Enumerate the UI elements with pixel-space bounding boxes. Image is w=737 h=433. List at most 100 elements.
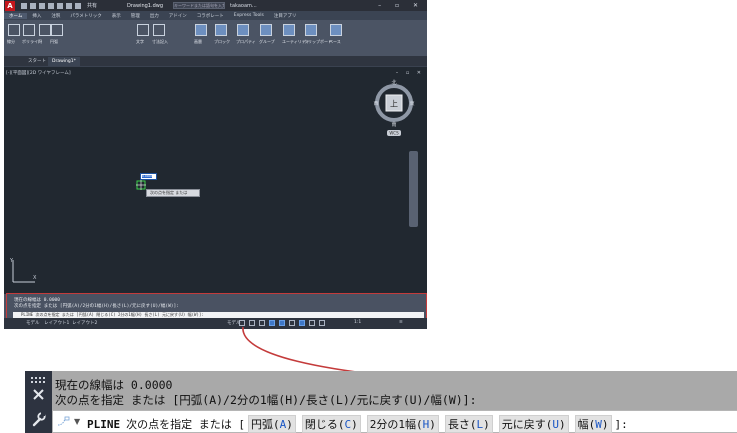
title-bar: A 共有 Drawing1.dwg キーワードまたは語句を入力 takaoam.… <box>4 0 427 11</box>
command-option[interactable]: 幅(W) <box>574 415 612 433</box>
window-controls[interactable]: – ▫ ✕ <box>378 2 424 9</box>
option-label: 元に戻す( <box>501 418 553 431</box>
ribbon-tool-label: 寸法記入 <box>152 39 168 44</box>
compass-west: 西 <box>373 101 378 107</box>
ribbon-tab[interactable]: 管理 <box>126 13 145 19</box>
ribbon-tool-icon[interactable] <box>330 24 342 36</box>
snap-icon[interactable] <box>249 320 255 326</box>
command-option[interactable]: 閉じる(C) <box>301 415 361 433</box>
command-history: 現在の線幅は 0.0000 次の点を指定 または [円弧(A)/2分の1幅(H)… <box>52 371 737 410</box>
viewport-controls[interactable]: – ▫ ✕ <box>396 70 424 76</box>
ribbon-tab[interactable]: コラボレート <box>192 13 229 19</box>
viewport-label[interactable]: [-][平面図][2D ワイヤフレーム] <box>6 70 71 76</box>
viewcube[interactable]: 上 北 南 東 西 WCS <box>372 77 416 139</box>
ribbon-tool-icon[interactable] <box>8 24 20 36</box>
file-tabs: スタート Drawing1* <box>4 56 427 66</box>
ribbon-tab[interactable]: パラメトリック <box>65 13 106 19</box>
ribbon-tool-icon[interactable] <box>195 24 207 36</box>
ribbon-tool-icon[interactable] <box>283 24 295 36</box>
ribbon-tool-label: ブロック <box>214 39 230 44</box>
highlight-box <box>6 293 427 319</box>
ribbon-tool-icon[interactable] <box>215 24 227 36</box>
ribbon-tool-icon[interactable] <box>260 24 272 36</box>
drawing-viewport[interactable]: [-][平面図][2D ワイヤフレーム] – ▫ ✕ 上 北 南 東 西 WCS… <box>4 66 427 294</box>
navigation-bar[interactable] <box>409 151 418 227</box>
open-icon[interactable] <box>30 2 36 9</box>
autocad-logo[interactable]: A <box>5 0 15 11</box>
grid-icon[interactable] <box>239 320 245 326</box>
workspace-icon[interactable] <box>319 320 325 326</box>
ribbon-tool-label: 画層 <box>194 39 202 44</box>
ribbon-tool-label: 線分 <box>7 39 15 44</box>
ribbon-tool-label: クリップボード <box>304 39 332 44</box>
command-option[interactable]: 元に戻す(U) <box>498 415 569 433</box>
file-tab[interactable]: スタート <box>24 57 50 66</box>
redo-icon[interactable] <box>75 2 81 9</box>
dynamic-input-box[interactable]: 0.0000 <box>140 173 157 180</box>
grip-icon[interactable] <box>31 377 46 383</box>
prompt-text: 次の点を指定 または [ <box>126 418 245 431</box>
save-as-icon[interactable] <box>48 2 54 9</box>
ribbon-tab[interactable]: 注釈 <box>46 13 65 19</box>
wcs-menu: WCS <box>389 131 399 136</box>
command-option[interactable]: 円弧(A) <box>248 415 296 433</box>
customize-menu-icon[interactable]: ≡ <box>399 320 403 325</box>
ribbon-tab[interactable]: 注目アプリ <box>269 13 302 19</box>
undo-icon[interactable] <box>66 2 72 9</box>
viewcube-face-label: 上 <box>390 100 398 109</box>
ortho-icon[interactable] <box>259 320 265 326</box>
ribbon-tool-label: 円弧 <box>50 39 58 44</box>
history-line-1: 現在の線幅は 0.0000 <box>55 378 173 392</box>
option-end: ) <box>559 418 566 431</box>
ribbon-tool-icon[interactable] <box>305 24 317 36</box>
save-icon[interactable] <box>39 2 45 9</box>
new-icon[interactable] <box>21 2 27 9</box>
layout-tab[interactable]: レイアウト2 <box>72 320 97 326</box>
document-title: Drawing1.dwg <box>127 2 164 9</box>
user-account[interactable]: takaoam... <box>230 3 257 9</box>
print-icon[interactable] <box>57 2 63 9</box>
annotation-scale[interactable]: 1:1 <box>354 320 361 325</box>
command-input-zoom[interactable]: ▼ PLINE 次の点を指定 または [ 円弧(A) 閉じる(C) 2分の1幅(H)… <box>52 410 737 433</box>
search-input[interactable]: キーワードまたは語句を入力 <box>173 2 226 9</box>
file-tab[interactable]: Drawing1* <box>48 57 80 66</box>
share-button[interactable]: 共有 <box>87 2 97 9</box>
ribbon-tab[interactable]: Express Tools <box>229 13 269 18</box>
chevron-down-icon[interactable]: ▼ <box>74 417 80 426</box>
ribbon-tool-icon[interactable] <box>39 24 51 36</box>
history-line-2: 次の点を指定 または [円弧(A)/2分の1幅(H)/長さ(L)/元に戻す(U)… <box>55 393 477 407</box>
command-option[interactable]: 2分の1幅(H) <box>366 415 439 433</box>
ribbon-tool-icon[interactable] <box>237 24 249 36</box>
osnap-icon[interactable] <box>279 320 285 326</box>
ribbon-tool-icon[interactable] <box>153 24 165 36</box>
command-line-zoom: 現在の線幅は 0.0000 次の点を指定 または [円弧(A)/2分の1幅(H)… <box>25 371 737 433</box>
ribbon-tool-icon[interactable] <box>51 24 63 36</box>
command-option[interactable]: 長さ(L) <box>444 415 493 433</box>
option-key: W <box>595 418 602 431</box>
polar-icon[interactable] <box>269 320 275 326</box>
otrack-icon[interactable] <box>289 320 295 326</box>
command-line-side-panel <box>25 371 52 433</box>
ribbon-tab[interactable]: 挿入 <box>27 13 46 19</box>
layout-tab[interactable]: モデル <box>26 320 40 326</box>
ribbon-tab[interactable]: ホーム <box>4 12 28 19</box>
ribbon-tab[interactable]: 表示 <box>107 13 126 19</box>
lineweight-icon[interactable] <box>299 320 305 326</box>
option-label: 円弧( <box>251 418 280 431</box>
option-end: ) <box>429 418 436 431</box>
option-end: ) <box>483 418 490 431</box>
active-command: PLINE <box>87 417 121 431</box>
ribbon-tool-icon[interactable] <box>23 24 35 36</box>
ribbon-tool-icon[interactable] <box>137 24 149 36</box>
recent-commands-icon[interactable] <box>57 416 70 427</box>
ribbon-tool-label: プロパティ <box>236 39 256 44</box>
option-label: 2分の1幅( <box>369 418 423 431</box>
ribbon-panel: 作成修正注釈表示 線分ポリライン円円弧文字寸法記入画層ブロックプロパティグループ… <box>4 20 427 76</box>
ribbon-tab[interactable]: 出力 <box>145 13 164 19</box>
close-icon[interactable] <box>31 387 46 402</box>
wrench-icon[interactable] <box>31 412 46 427</box>
ribbon-tab[interactable]: アドイン <box>164 13 192 19</box>
layout-tab[interactable]: レイアウト1 <box>44 320 69 326</box>
annotation-icon[interactable] <box>309 320 315 326</box>
quick-access-toolbar <box>21 2 81 9</box>
